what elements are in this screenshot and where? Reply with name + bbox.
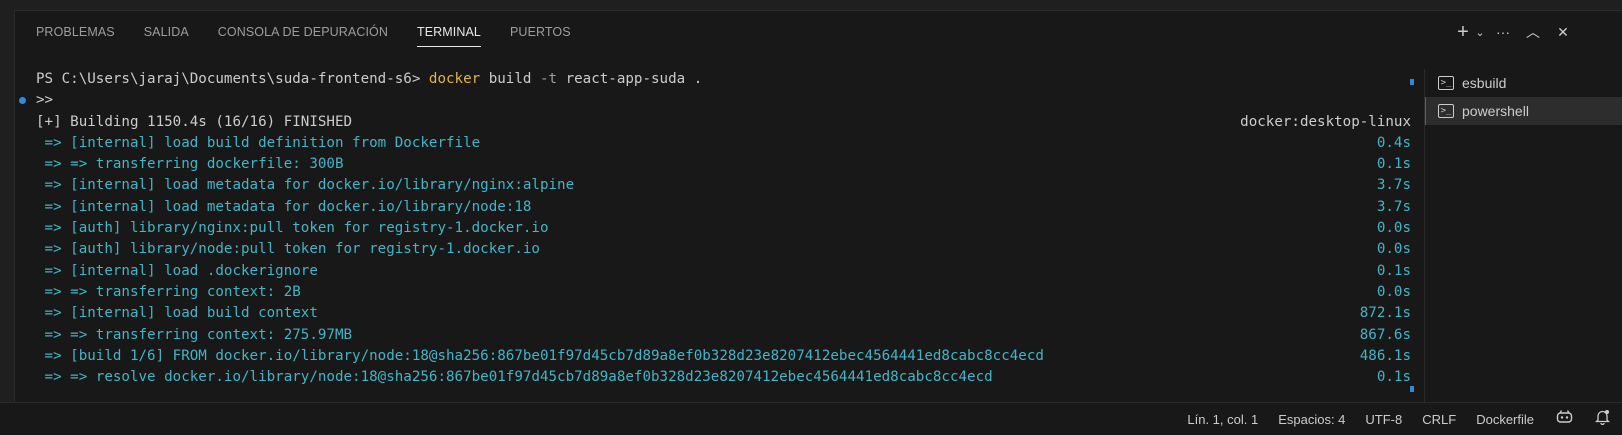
command-args: react-app-suda . [557,71,703,87]
build-step-time: 0.1s [1376,262,1411,279]
build-step-text: => [internal] load metadata for docker.i… [36,198,532,215]
terminal-icon: >_ [1438,104,1454,118]
terminal-list-item-powershell[interactable]: >_ powershell [1425,97,1622,125]
terminal-list-item-esbuild[interactable]: >_ esbuild [1425,69,1622,97]
status-bar: Lín. 1, col. 1 Espacios: 4 UTF-8 CRLF Do… [0,402,1622,435]
build-step-time: 486.1s [1359,347,1411,364]
build-step-text: => [internal] load metadata for docker.i… [36,177,575,194]
build-step-time: 0.1s [1376,369,1411,386]
continuation-prompt: >> [36,92,54,109]
terminal-list-label: esbuild [1462,75,1507,91]
terminal-command-line: PS C:\Users\jaraj\Documents\suda-fronten… [36,69,1411,90]
build-steps: => [internal] load build definition from… [36,133,1411,389]
build-step-time: 867.6s [1359,326,1411,343]
command-name: docker [428,71,481,87]
notifications-bell-icon[interactable] [1594,409,1611,430]
tab-salida[interactable]: SALIDA [144,11,189,53]
command-rest: build [480,71,540,87]
status-eol[interactable]: CRLF [1422,412,1456,427]
build-step-line: => => transferring context: 275.97MB 867.… [36,325,1411,346]
build-step-text: => => resolve docker.io/library/node:18@… [36,369,993,386]
build-step-line: => [auth] library/node:pull token for re… [36,239,1411,260]
status-cursor-position[interactable]: Lín. 1, col. 1 [1187,412,1258,427]
panel-actions: + ⌄ ··· ︿ ✕ [1450,11,1576,53]
build-step-line: => [internal] load build definition from… [36,133,1411,154]
build-step-time: 0.0s [1376,220,1411,237]
panel-tabs: PROBLEMAS SALIDA CONSOLA DE DEPURACIÓN T… [15,11,1622,53]
terminal-prompt: PS C:\Users\jaraj\Documents\suda-fronten… [36,71,429,87]
build-step-line: => => transferring dockerfile: 300B 0.1s [36,154,1411,175]
build-summary-text: [+] Building 1150.4s (16/16) FINISHED [36,113,353,130]
build-step-text: => [internal] load build definition from… [36,134,481,151]
build-step-time: 0.0s [1376,283,1411,300]
build-step-time: 0.4s [1376,134,1411,151]
build-step-time: 0.0s [1376,241,1411,258]
command-decoration-dot-icon[interactable] [19,97,26,105]
build-step-line: => [build 1/6] FROM docker.io/library/no… [36,346,1411,367]
build-step-time: 872.1s [1359,305,1411,322]
build-summary-line: [+] Building 1150.4s (16/16) FINISHED doc… [36,112,1411,133]
build-step-line: => [internal] load metadata for docker.i… [36,197,1411,218]
terminal-list-label: powershell [1462,103,1529,119]
build-step-text: => => transferring context: 275.97MB [36,326,353,343]
terminal-output[interactable]: PS C:\Users\jaraj\Documents\suda-fronten… [19,69,1411,399]
terminal-icon: >_ [1438,76,1454,90]
build-step-line: => => transferring context: 2B 0.0s [36,282,1411,303]
build-step-text: => [internal] load .dockerignore [36,262,318,279]
close-panel-icon[interactable]: ✕ [1550,19,1576,45]
build-step-text: => [internal] load build context [36,305,318,322]
bottom-panel: PROBLEMAS SALIDA CONSOLA DE DEPURACIÓN T… [14,10,1622,403]
maximize-panel-icon[interactable]: ︿ [1520,19,1546,45]
scrollbar-marker [1410,79,1414,85]
tab-problemas[interactable]: PROBLEMAS [36,11,115,53]
build-step-text: => => transferring context: 2B [36,283,301,300]
status-language[interactable]: Dockerfile [1476,412,1534,427]
command-flag: -t [539,71,558,87]
build-step-text: => [auth] library/nginx:pull token for r… [36,220,549,237]
tab-puertos[interactable]: PUERTOS [510,11,571,53]
build-step-text: => [build 1/6] FROM docker.io/library/no… [36,347,1044,364]
build-step-text: => [auth] library/node:pull token for re… [36,241,540,258]
new-terminal-plus-icon[interactable]: + [1450,19,1476,45]
terminal-scrollbar[interactable] [1410,69,1419,399]
editor-gutter-strip [0,0,14,402]
build-context-name: docker:desktop-linux [1240,113,1411,130]
tab-terminal[interactable]: TERMINAL [416,11,482,53]
copilot-icon[interactable] [1556,409,1573,429]
build-step-time: 3.7s [1376,177,1411,194]
build-step-line: => [internal] load metadata for docker.i… [36,175,1411,196]
chevron-down-icon[interactable]: ⌄ [1474,19,1486,45]
build-step-line: => [internal] load .dockerignore 0.1s [36,261,1411,282]
status-indentation[interactable]: Espacios: 4 [1278,412,1345,427]
build-step-time: 0.1s [1376,156,1411,173]
build-step-time: 3.7s [1376,198,1411,215]
terminal-list: >_ esbuild >_ powershell [1424,69,1622,403]
build-step-text: => => transferring dockerfile: 300B [36,156,344,173]
build-step-line: => => resolve docker.io/library/node:18@… [36,367,1411,388]
status-encoding[interactable]: UTF-8 [1365,412,1402,427]
tab-consola-depuracion[interactable]: CONSOLA DE DEPURACIÓN [218,11,388,53]
build-step-line: => [auth] library/nginx:pull token for r… [36,218,1411,239]
terminal-continuation-line: >> [19,90,1411,111]
build-step-line: => [internal] load build context 872.1s [36,303,1411,324]
scrollbar-marker [1410,386,1414,392]
more-actions-icon[interactable]: ··· [1490,19,1516,45]
